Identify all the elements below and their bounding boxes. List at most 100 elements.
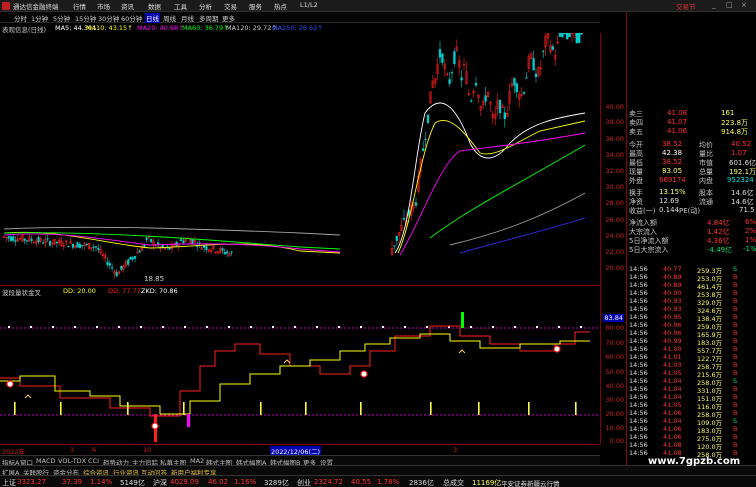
- candle-body: [426, 114, 430, 123]
- price-tick: 26.00: [605, 216, 624, 224]
- cy-index-name[interactable]: 创业: [297, 478, 311, 487]
- sh-index-amount: 5149亿: [120, 479, 145, 487]
- period-tab-5min[interactable]: 5分钟: [53, 13, 70, 23]
- period-tab-daily[interactable]: 日线: [145, 13, 160, 23]
- trade-price: 41.04: [663, 393, 682, 401]
- tab-vol-tdx[interactable]: VOL-TDX: [58, 457, 86, 465]
- trade-time: 14:56: [629, 273, 648, 281]
- ref-dot: [184, 326, 186, 328]
- ma60-value: MA60: 36.79↑: [182, 24, 229, 32]
- candle-body: [498, 99, 502, 113]
- trade-row: 14:56 41.06 258.0万 B: [627, 409, 756, 419]
- flow-row: 净流入额 4.84亿 6%: [627, 218, 756, 227]
- ask-label: 卖五: [629, 128, 643, 136]
- maximize-icon[interactable]: □: [726, 1, 733, 9]
- tab-cci[interactable]: CCI: [88, 457, 99, 465]
- trade-price: 41.06: [663, 425, 682, 433]
- menu-item-trade[interactable]: 交易: [224, 1, 237, 11]
- cy-index-value: 2324.72: [314, 478, 343, 486]
- price-tick: 24.00: [605, 232, 624, 240]
- candle-body: [223, 252, 226, 255]
- stat-value: 0.144: [659, 206, 680, 214]
- candle-body: [203, 245, 206, 248]
- trade-time: 14:56: [629, 361, 648, 369]
- candle-body: [85, 243, 88, 245]
- ref-dot: [52, 326, 54, 328]
- yellow-bar: [260, 402, 262, 415]
- menu-item-analysis[interactable]: 分析: [199, 1, 212, 11]
- period-tab-30min[interactable]: 30分钟: [98, 13, 119, 23]
- tab-macd[interactable]: MACD: [36, 457, 55, 465]
- date-label-m5: 3: [453, 446, 458, 454]
- minimize-icon[interactable]: _: [712, 1, 716, 9]
- candle-body: [9, 236, 12, 242]
- price-tick: 28.00: [605, 199, 624, 207]
- trade-row: 14:56 40.99 183.0万 B: [627, 337, 756, 347]
- close-icon[interactable]: ×: [741, 1, 747, 9]
- period-tab-monthly[interactable]: 月线: [181, 13, 194, 23]
- candle-body: [402, 218, 406, 220]
- trade-row: 14:56 41.04 151.0万 B: [627, 393, 756, 403]
- menu-item-hotspot[interactable]: 热点: [274, 1, 287, 11]
- stat-value: 38.52: [662, 158, 683, 166]
- trade-row: 14:56 41.05 215.6万 B: [627, 369, 756, 379]
- period-tab-more[interactable]: 更多: [222, 13, 235, 23]
- candle-body: [503, 112, 506, 119]
- trade-time: 14:56: [629, 385, 648, 393]
- ref-dot: [558, 326, 560, 328]
- menu-item-market[interactable]: 市场: [97, 1, 110, 11]
- period-tab-1min[interactable]: 1分钟: [31, 13, 48, 23]
- trade-price: 40.77: [663, 265, 682, 273]
- candle-body: [55, 241, 58, 244]
- period-tab-weekly[interactable]: 周线: [163, 13, 176, 23]
- ask-volume: 914.8万: [721, 128, 749, 136]
- trade-row: 14:56 41.04 331.0万 B: [627, 385, 756, 395]
- period-tab-multi[interactable]: 多周期: [199, 13, 219, 23]
- stat-row: 换手 13.15% 股本 14.6亿: [627, 188, 756, 197]
- menu-item-tools[interactable]: 工具: [174, 1, 187, 11]
- candle-body: [30, 238, 33, 241]
- hs-index-amount: 3289亿: [264, 479, 289, 487]
- candle-body: [111, 267, 114, 269]
- candle-body: [542, 50, 545, 52]
- price-tick: 38.00: [605, 118, 624, 126]
- yellow-bar: [60, 402, 62, 415]
- arrow-marker: [24, 394, 32, 399]
- menu-item-data[interactable]: 数据: [148, 1, 161, 11]
- menu-item-level[interactable]: L1/L2: [300, 1, 318, 9]
- ma20-line-right: [399, 132, 586, 256]
- candle-body: [580, 33, 583, 35]
- menu-bar: 通达信金融终端 行情 市场 资讯 数据 工具 分析 交易 服务 热点 L1/L2…: [0, 0, 756, 12]
- period-tab-60min[interactable]: 60分钟: [121, 13, 142, 23]
- sh-index-value: 3323.27: [17, 478, 46, 486]
- candle-body: [115, 272, 118, 277]
- candlestick-chart[interactable]: 18.85: [0, 33, 600, 285]
- candle-body: [81, 245, 84, 247]
- trade-time: 14:56: [629, 297, 648, 305]
- tab-ma2[interactable]: MA2: [190, 457, 204, 465]
- trade-time: 14:56: [629, 305, 648, 313]
- ref-dot: [118, 326, 120, 328]
- menu-item-quotes[interactable]: 行情: [73, 1, 86, 11]
- stat-value: 83.05: [662, 167, 683, 175]
- menu-item-service[interactable]: 服务: [249, 1, 262, 11]
- menu-item-news[interactable]: 资讯: [121, 1, 134, 11]
- sub-indicator-zkd: ZKD: 70.86: [141, 287, 178, 295]
- trade-node-button[interactable]: 交易节: [676, 1, 696, 11]
- candle-body: [180, 239, 183, 242]
- indicator-chart[interactable]: [0, 296, 600, 444]
- trade-price: 41.00: [663, 345, 682, 353]
- sh-index-name[interactable]: 上证: [2, 478, 16, 487]
- indicator-tick: 20.00: [605, 410, 624, 418]
- trade-row: 14:56 41.06 183.0万 B: [627, 425, 756, 435]
- tick-trades-list[interactable]: 14:56 40.77 259.3万 S 14:56 40.89 253.0万 B 14:56 4…: [626, 264, 756, 465]
- period-tab-15min[interactable]: 15分钟: [75, 13, 96, 23]
- candle-body: [438, 49, 442, 58]
- sh-index-pct: 1.14%: [90, 478, 113, 486]
- candle-body: [221, 248, 224, 251]
- period-tab-intraday[interactable]: 分时: [14, 13, 27, 23]
- trade-direction: B: [733, 289, 738, 297]
- hs-index-name[interactable]: 沪深: [153, 478, 167, 487]
- date-label-m4: 10: [143, 446, 152, 454]
- trade-price: 41.01: [663, 353, 682, 361]
